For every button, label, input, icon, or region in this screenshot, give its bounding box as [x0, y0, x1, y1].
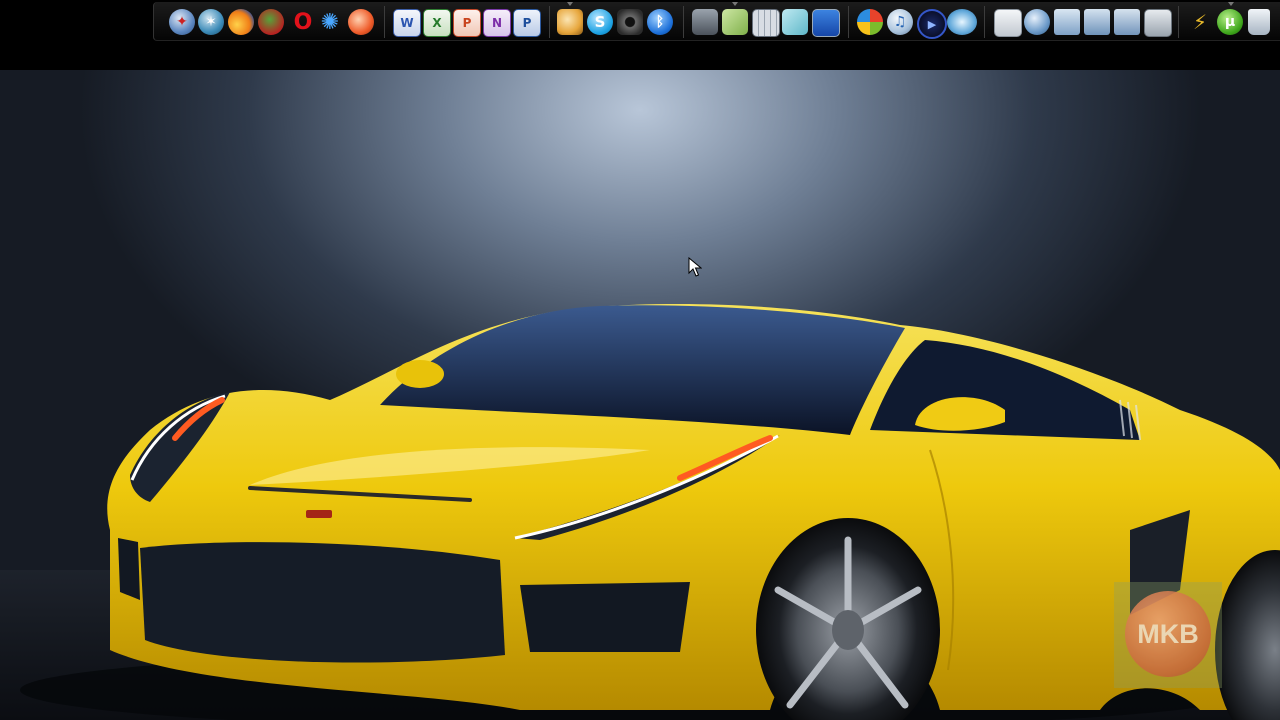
network-icon[interactable] — [1024, 9, 1050, 35]
powerpoint-icon[interactable]: P — [453, 9, 481, 37]
word-icon[interactable]: W — [393, 9, 421, 37]
recycle-bin-icon[interactable] — [1248, 9, 1270, 35]
utorrent-icon[interactable]: µ — [1217, 9, 1243, 35]
car-front-wheel-hub — [832, 610, 864, 650]
folder-stack-icon[interactable] — [1114, 9, 1140, 35]
navigator-icon[interactable]: ✶ — [198, 9, 224, 35]
onenote-icon[interactable]: N — [483, 9, 511, 37]
itunes-icon[interactable]: ♫ — [887, 9, 913, 35]
dock-separator — [549, 6, 550, 38]
desktop-screen: ✦ ✶ O ✺ W X P N P S ᛒ ♫ ▶ ⚡ µ MKB — [0, 0, 1280, 720]
media-player-icon[interactable]: ▶ — [917, 9, 947, 39]
dvd-icon[interactable] — [947, 9, 977, 35]
firefox-icon[interactable] — [228, 9, 254, 35]
safari-icon[interactable]: ✦ — [169, 9, 195, 35]
paint-icon[interactable] — [722, 9, 748, 35]
car-lower-intake — [520, 582, 690, 652]
dock-separator — [984, 6, 985, 38]
folder-icon[interactable] — [1054, 9, 1080, 35]
notes-icon[interactable] — [782, 9, 808, 35]
dock-indicator — [567, 2, 573, 6]
mouse-cursor-icon — [688, 257, 702, 277]
yellow-sports-car — [20, 304, 1280, 720]
run-icon[interactable]: ⚡ — [1187, 9, 1213, 35]
windows-media-icon[interactable] — [857, 9, 883, 35]
car-badge — [306, 510, 332, 518]
car-left-intake — [118, 538, 140, 600]
camera-icon[interactable] — [692, 9, 718, 35]
flock-icon[interactable] — [258, 9, 284, 35]
mail-icon[interactable] — [557, 9, 583, 35]
channel-watermark: MKB — [1114, 582, 1222, 688]
dock: ✦ ✶ O ✺ W X P N P S ᛒ ♫ ▶ ⚡ µ — [153, 2, 1280, 41]
car-left-mirror — [396, 360, 444, 388]
dock-separator — [384, 6, 385, 38]
top-bar: ✦ ✶ O ✺ W X P N P S ᛒ ♫ ▶ ⚡ µ — [0, 0, 1280, 70]
excel-icon[interactable]: X — [423, 9, 451, 37]
folder-open-icon[interactable] — [1084, 9, 1110, 35]
dock-separator — [848, 6, 849, 38]
dock-indicator — [732, 2, 738, 6]
watermark-text: MKB — [1137, 618, 1199, 649]
dock-separator — [683, 6, 684, 38]
dock-indicator — [1228, 2, 1234, 6]
publisher-icon[interactable]: P — [513, 9, 541, 37]
desktop-wallpaper: MKB — [0, 70, 1280, 720]
watermark-logo: MKB — [1125, 591, 1211, 677]
bluetooth-icon[interactable]: ᛒ — [647, 9, 673, 35]
opera-icon[interactable]: O — [292, 9, 314, 35]
dock-separator — [1178, 6, 1179, 38]
remote-desktop-icon[interactable] — [812, 9, 840, 37]
calculator-icon[interactable] — [752, 9, 780, 37]
thunderbird-icon[interactable] — [348, 9, 374, 35]
sunbird-icon[interactable]: ✺ — [318, 9, 342, 35]
skype-icon[interactable]: S — [587, 9, 613, 35]
car-front-grille — [140, 542, 505, 663]
webcam-icon[interactable] — [617, 9, 643, 35]
documents-icon[interactable] — [994, 9, 1022, 37]
settings-icon[interactable] — [1144, 9, 1172, 37]
